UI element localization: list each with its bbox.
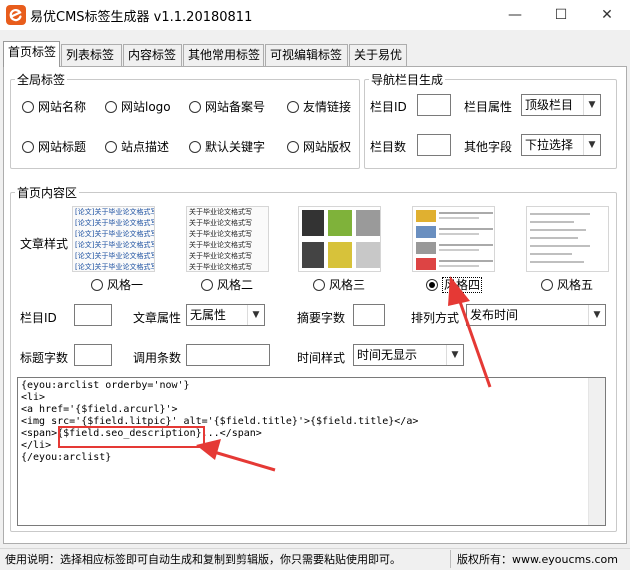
annotation-arrows xyxy=(196,276,492,472)
copyright-text: 版权所有：www.eyoucms.com xyxy=(457,553,618,566)
status-divider xyxy=(450,550,451,568)
usage-instructions: 使用说明：选择相应标签即可自动生成和复制到剪辑版，你只需要粘贴使用即可。 xyxy=(5,553,401,566)
tab-home[interactable]: 首页标签 xyxy=(3,41,60,67)
